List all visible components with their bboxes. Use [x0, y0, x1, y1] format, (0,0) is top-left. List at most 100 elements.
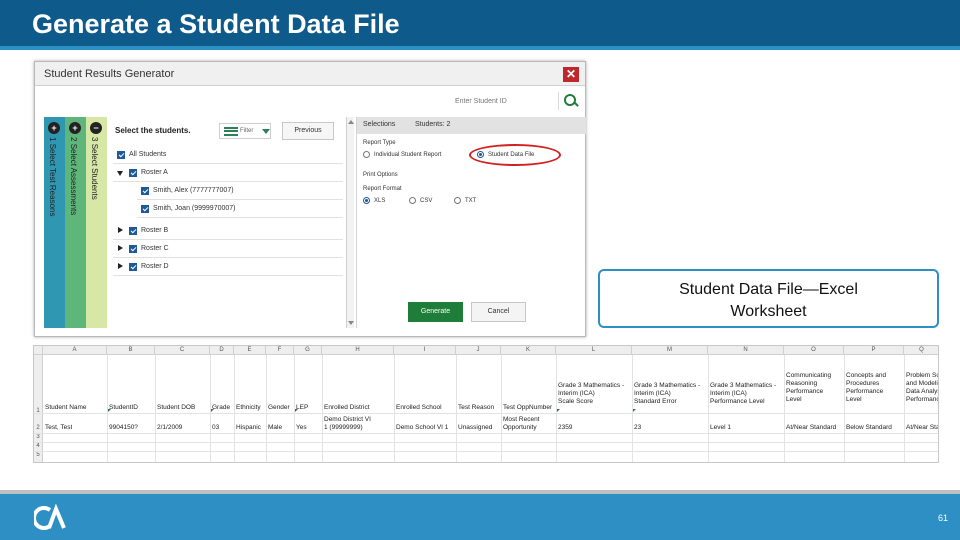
checkbox[interactable]: [129, 245, 137, 253]
selection-scrollbar[interactable]: [346, 117, 354, 328]
callout-text: Student Data File—Excel Worksheet: [600, 279, 937, 323]
checkbox[interactable]: [129, 227, 137, 235]
radio-csv[interactable]: [409, 197, 416, 204]
excel-worksheet: A B C D E F G H I J K L M N O P Q 1 2 3 …: [33, 345, 939, 463]
caret-right-icon[interactable]: [118, 263, 123, 269]
previous-button[interactable]: Previous: [282, 122, 334, 140]
grid-line: [456, 355, 457, 462]
grid-line: [784, 355, 785, 462]
grid-line: [34, 413, 938, 414]
select-students-heading: Select the students.: [115, 126, 191, 135]
filter-button[interactable]: Filter: [219, 123, 271, 139]
step-tab-select-assessments[interactable]: + 2 Select Assessments: [65, 117, 86, 328]
callout-line: Worksheet: [730, 303, 807, 320]
header-cell: Grade 3 Mathematics - Interim (ICA) Perf…: [710, 382, 777, 405]
close-icon[interactable]: ✕: [563, 67, 579, 82]
checkbox[interactable]: [117, 151, 125, 159]
page-number: 61: [937, 513, 948, 523]
column-header: M: [632, 346, 708, 355]
list-item-student[interactable]: Smith, Joan (9999970007): [137, 201, 343, 218]
roster-label: Roster D: [141, 263, 169, 270]
grid-line: [844, 355, 845, 462]
column-header: I: [394, 346, 456, 355]
chevron-down-icon: [262, 129, 270, 134]
student-results-generator-window: Student Results Generator ✕ + 1 Select T…: [34, 61, 586, 337]
cancel-button[interactable]: Cancel: [471, 302, 526, 322]
student-label: Smith, Joan (9999970007): [153, 205, 236, 212]
scroll-up-icon[interactable]: [348, 120, 354, 124]
data-cell: 9904150?: [109, 424, 138, 431]
window-title-bar: Student Results Generator ✕: [35, 62, 585, 86]
generate-button[interactable]: Generate: [408, 302, 463, 322]
list-item-roster[interactable]: Roster C: [113, 241, 343, 258]
header-cell: Enrolled School: [396, 404, 442, 411]
row-number: 2: [34, 413, 43, 433]
header-cell: Grade: [212, 404, 231, 411]
header-cell: Problem Solving and Modeling & Data Anal…: [906, 372, 938, 403]
selections-label: Selections: [363, 121, 396, 128]
checkbox[interactable]: [129, 169, 137, 177]
header-cell: Ethnicity: [236, 404, 261, 411]
grid-line: [322, 355, 323, 462]
step-tab-select-students[interactable]: − 3 Select Students: [86, 117, 107, 328]
caret-right-icon[interactable]: [118, 227, 123, 233]
list-item-roster[interactable]: Roster A: [113, 165, 343, 182]
radio-xls[interactable]: [363, 197, 370, 204]
txt-label: TXT: [465, 198, 477, 204]
data-cell: Most Recent Opportunity: [503, 416, 540, 431]
slide-footer: 61: [0, 490, 960, 540]
data-cell: At/Near Standard: [906, 424, 938, 431]
checkbox[interactable]: [141, 205, 149, 213]
radio-txt[interactable]: [454, 197, 461, 204]
data-cell: 03: [212, 424, 220, 431]
data-cell: Demo District VI 1 (99999999): [324, 416, 371, 431]
grid-line: [234, 355, 235, 462]
header-accent-bar: [0, 46, 960, 50]
column-header: P: [844, 346, 904, 355]
column-header: D: [210, 346, 234, 355]
column-header: K: [501, 346, 556, 355]
list-item-student[interactable]: Smith, Alex (7777777007): [137, 183, 343, 200]
grid-line: [266, 355, 267, 462]
list-item-roster[interactable]: Roster D: [113, 259, 343, 276]
student-search-row: [35, 88, 585, 114]
error-flag-icon: [633, 409, 636, 412]
grid-line: [394, 355, 395, 462]
header-cell: Grade 3 Mathematics - Interim (ICA) Scal…: [558, 382, 625, 405]
list-item-roster[interactable]: Roster B: [113, 223, 343, 240]
error-flag-icon: [108, 409, 111, 412]
step-label: 2 Select Assessments: [69, 137, 78, 216]
step-tab-select-test-reasons[interactable]: + 1 Select Test Reasons: [44, 117, 65, 328]
caret-right-icon[interactable]: [118, 245, 123, 251]
data-cell: At/Near Standard: [786, 424, 837, 431]
print-options-label: Print Options: [363, 172, 398, 178]
row-number: 5: [34, 451, 43, 462]
roster-label: Roster B: [141, 227, 169, 234]
checkbox[interactable]: [141, 187, 149, 195]
column-header: N: [708, 346, 784, 355]
scroll-down-icon[interactable]: [348, 321, 354, 325]
options-header: Selections Students: 2: [357, 117, 586, 134]
students-count: Students: 2: [415, 121, 451, 128]
slide-title: Generate a Student Data File: [32, 9, 400, 39]
student-label: Smith, Alex (7777777007): [153, 187, 234, 194]
plus-circle-icon: +: [69, 122, 81, 134]
data-cell: Hispanic: [236, 424, 261, 431]
column-header: L: [556, 346, 632, 355]
search-icon[interactable]: [558, 92, 580, 110]
grid-line: [34, 433, 938, 434]
step-label: 3 Select Students: [90, 137, 99, 200]
window-title: Student Results Generator: [44, 68, 175, 80]
student-id-search-input[interactable]: [455, 93, 555, 109]
column-header: J: [456, 346, 501, 355]
error-flag-icon: [295, 409, 298, 412]
data-cell: Yes: [296, 424, 307, 431]
header-cell: Gender: [268, 404, 290, 411]
footer-top-line: [0, 490, 960, 494]
list-item-all-students[interactable]: All Students: [113, 147, 343, 164]
caret-down-icon[interactable]: [117, 171, 123, 176]
data-cell: Unassigned: [458, 424, 493, 431]
column-header: H: [322, 346, 394, 355]
checkbox[interactable]: [129, 263, 137, 271]
radio-individual-student-report[interactable]: [363, 151, 370, 158]
